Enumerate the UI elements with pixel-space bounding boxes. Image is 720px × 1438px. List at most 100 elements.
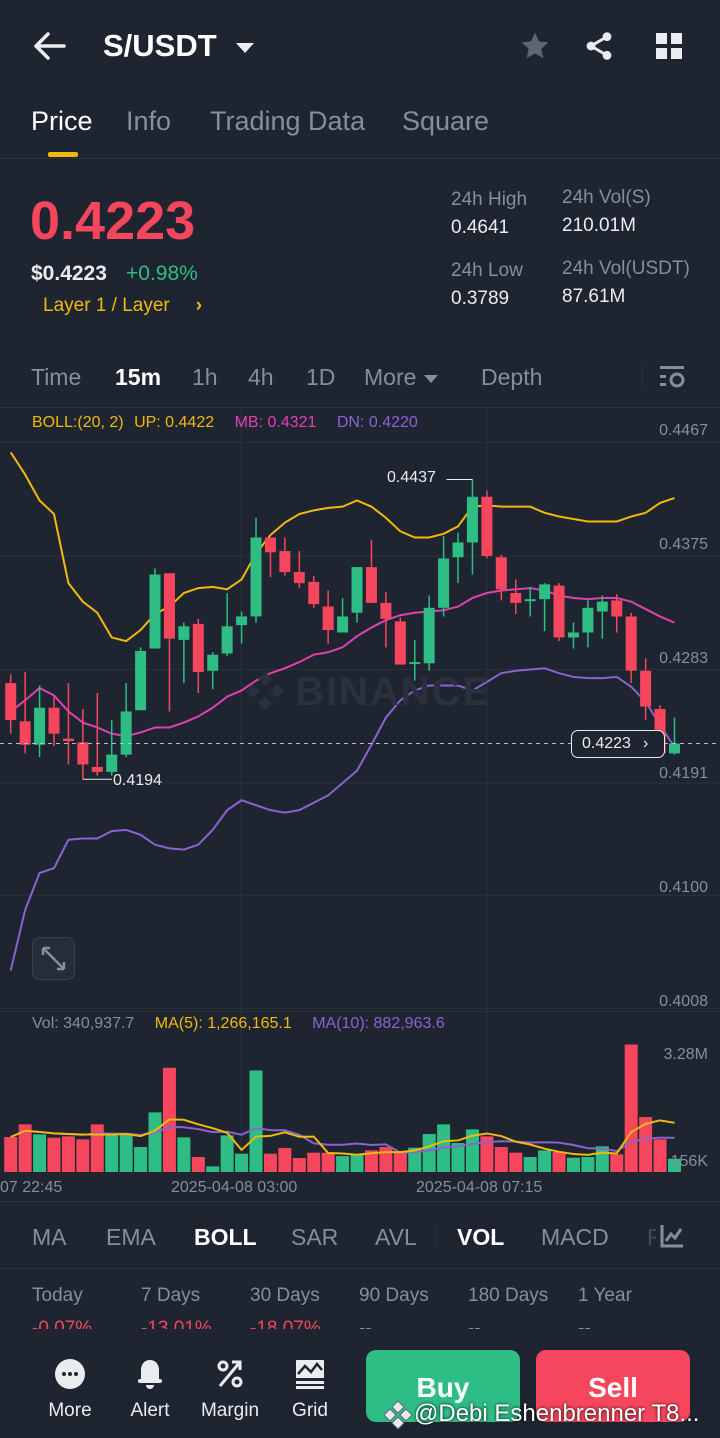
- tf-1d[interactable]: 1D: [306, 364, 335, 391]
- margin-label: Margin: [200, 1400, 260, 1421]
- volume-bar: [177, 1137, 191, 1172]
- candle-body: [77, 742, 89, 765]
- vol-quote-label: 24h Vol(USDT): [562, 258, 690, 279]
- volume-bar: [119, 1134, 133, 1172]
- grid-trading-button[interactable]: Grid: [275, 1358, 345, 1422]
- candle-body: [539, 584, 551, 600]
- indicator-avl[interactable]: AVL: [375, 1224, 417, 1251]
- volume-chart[interactable]: [0, 1012, 720, 1175]
- fullscreen-button[interactable]: [32, 937, 75, 980]
- candle-body: [481, 496, 493, 556]
- alert-button[interactable]: Alert: [115, 1358, 185, 1422]
- candle-body: [221, 626, 233, 654]
- candle-body: [524, 599, 536, 602]
- volume-bar: [292, 1158, 306, 1172]
- price-tick: 0.4283: [659, 650, 708, 667]
- back-arrow-icon: [34, 32, 66, 60]
- volume-bar: [220, 1135, 234, 1172]
- alert-label: Alert: [130, 1400, 170, 1421]
- perf-value: --: [468, 1318, 481, 1329]
- candle-body: [567, 632, 579, 638]
- volume-bar: [191, 1157, 205, 1172]
- grid-icon[interactable]: [655, 32, 683, 60]
- boll-dn: DN: 0.4220: [336, 414, 418, 431]
- volume-bar: [494, 1147, 508, 1172]
- volume-bar: [90, 1124, 104, 1172]
- x-label: 07 22:45: [0, 1179, 63, 1196]
- tab-price[interactable]: Price: [31, 106, 93, 137]
- candle-body: [19, 721, 31, 745]
- divider: [642, 364, 643, 388]
- watermark: BINANCE: [295, 670, 492, 714]
- indicator-sar[interactable]: SAR: [291, 1224, 338, 1251]
- tf-depth[interactable]: Depth: [481, 364, 542, 391]
- back-button[interactable]: [32, 30, 68, 62]
- perf-value: -13.01%: [141, 1318, 212, 1329]
- candle-body: [409, 662, 421, 665]
- candle-body: [611, 600, 623, 617]
- tf-time[interactable]: Time: [31, 364, 81, 391]
- volume-bar: [33, 1134, 47, 1172]
- category-label: Layer 1 / Layer: [43, 295, 170, 316]
- category-link[interactable]: Layer 1 / Layer ›: [43, 295, 202, 317]
- volume-bar: [47, 1137, 61, 1172]
- more-button[interactable]: More: [35, 1358, 105, 1422]
- vol-ma10: MA(10): 882,963.6: [312, 1015, 445, 1032]
- candle-body: [279, 551, 291, 573]
- candle-body: [582, 607, 594, 633]
- x-label: 2025-04-08 03:00: [171, 1179, 298, 1196]
- candle-body: [510, 593, 522, 603]
- perf-value: -0.07%: [32, 1318, 93, 1329]
- volume-tick: 156K: [670, 1153, 708, 1170]
- perf-label: 7 Days: [141, 1285, 201, 1306]
- tf-4h[interactable]: 4h: [248, 364, 274, 391]
- share-icon[interactable]: [583, 30, 615, 62]
- volume-bar: [278, 1148, 292, 1172]
- candle-body: [452, 542, 464, 558]
- volume-tick: 3.28M: [663, 1046, 708, 1063]
- indicator-macd[interactable]: MACD: [541, 1224, 609, 1251]
- candle-body: [308, 581, 320, 605]
- tab-trading-data[interactable]: Trading Data: [210, 106, 365, 137]
- bell-icon: [138, 1360, 162, 1389]
- volume-bar: [307, 1152, 321, 1172]
- current-price-label: 0.4223: [582, 735, 631, 752]
- usd-price: $0.4223: [31, 262, 107, 285]
- volume-bar: [350, 1154, 364, 1172]
- indicator-vol[interactable]: VOL: [457, 1224, 504, 1251]
- volume-bar: [105, 1135, 119, 1172]
- indicator-ema[interactable]: EMA: [106, 1224, 156, 1251]
- volume-bar: [321, 1152, 335, 1172]
- pair-selector[interactable]: S/USDT: [103, 28, 255, 64]
- more-icon: [55, 1359, 85, 1389]
- indicator-boll[interactable]: BOLL: [194, 1224, 257, 1251]
- current-price-tag[interactable]: 0.4223 ›: [571, 730, 665, 758]
- indicator-ma[interactable]: MA: [32, 1224, 67, 1251]
- vol-ma5: MA(5): 1,266,165.1: [154, 1015, 292, 1032]
- indicator-rsi[interactable]: RSI: [647, 1224, 656, 1250]
- tf-1h[interactable]: 1h: [192, 364, 218, 391]
- expand-icon: [41, 946, 66, 971]
- tab-info[interactable]: Info: [126, 106, 171, 137]
- tf-more[interactable]: More: [364, 364, 439, 391]
- candle-body: [149, 574, 161, 649]
- volume-bar: [148, 1112, 162, 1172]
- chart-settings-icon[interactable]: [658, 364, 686, 390]
- star-icon[interactable]: [519, 30, 551, 62]
- volume-bar: [581, 1157, 595, 1172]
- vol-quote-value: 87.61M: [562, 286, 626, 307]
- candle-body: [5, 683, 17, 721]
- perf-label: 90 Days: [359, 1285, 429, 1306]
- boll-up: UP: 0.4422: [134, 414, 215, 431]
- candle-body: [120, 711, 132, 755]
- vol-base-label: 24h Vol(S): [562, 187, 651, 208]
- candle-body: [264, 537, 276, 553]
- indicator-settings-icon[interactable]: [660, 1224, 684, 1248]
- margin-button[interactable]: Margin: [195, 1358, 265, 1422]
- tf-15m[interactable]: 15m: [115, 364, 161, 391]
- tab-square[interactable]: Square: [402, 106, 489, 137]
- candle-body: [394, 621, 406, 665]
- perf-value: -18.07%: [250, 1318, 321, 1329]
- price-tick: 0.4467: [659, 422, 708, 439]
- candle-body: [625, 616, 637, 671]
